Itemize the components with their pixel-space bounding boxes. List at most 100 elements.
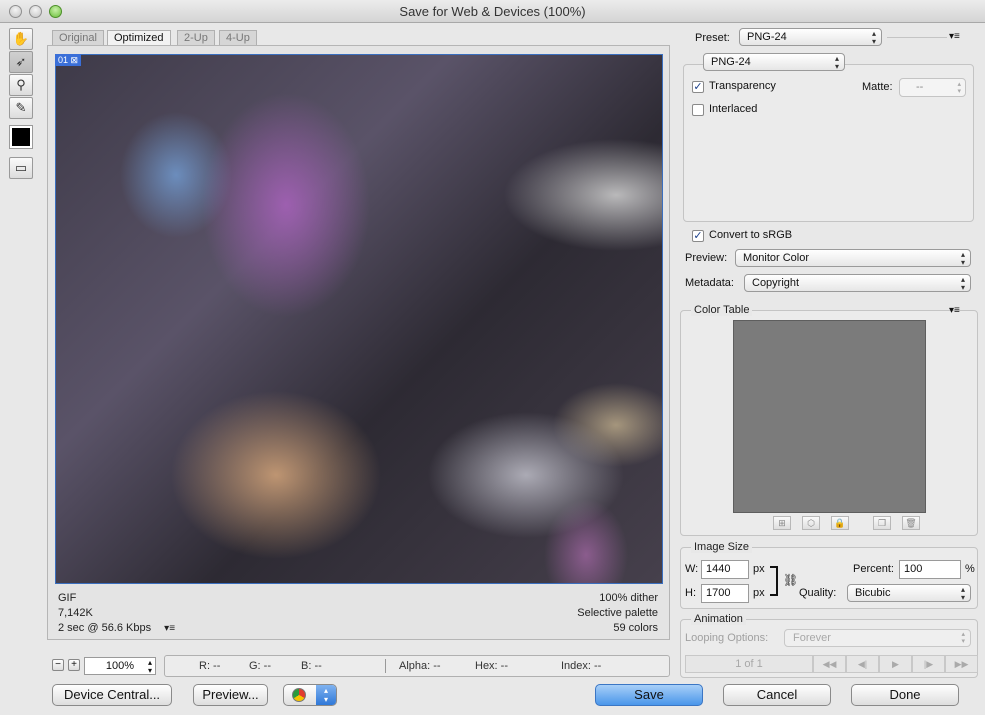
eyedropper-tool-icon[interactable]: ✎ [9, 97, 33, 119]
optimized-image-preview[interactable] [55, 54, 663, 584]
hand-tool-icon[interactable]: ✋ [9, 28, 33, 50]
animation-title: Animation [691, 613, 746, 625]
delete-color-icon[interactable]: 🗑 [902, 516, 920, 530]
quality-select[interactable]: Bicubic ▴ ▾ [847, 584, 971, 602]
width-unit: px [753, 563, 765, 575]
preset-select-arrows-icon: ▴ ▾ [871, 29, 876, 46]
file-format-select[interactable]: PNG-24 ▴ ▾ [703, 53, 845, 71]
first-frame-icon[interactable]: ◀◀ [813, 655, 846, 673]
colors-info: 59 colors [613, 622, 658, 634]
map-to-transparent-icon[interactable]: ⊞ [773, 516, 791, 530]
frame-counter: 1 of 1 [685, 655, 813, 673]
image-info-left: GIF 7,142K 2 sec @ 56.6 Kbps ▾≡ [58, 591, 258, 636]
palette-info: Selective palette [577, 607, 658, 619]
tab-4-up[interactable]: 4-Up [219, 30, 257, 45]
zoom-stepper-icon: ▴ ▾ [147, 658, 152, 675]
image-file-size: 7,142K [58, 607, 93, 619]
quality-value: Bicubic [855, 587, 891, 599]
slice-number: 01 [58, 55, 69, 65]
constrain-bracket [770, 566, 778, 596]
preset-label: Preset: [695, 32, 730, 44]
interlaced-checkbox[interactable] [692, 104, 704, 116]
transparency-checkbox[interactable]: ✓ [692, 81, 704, 93]
window-title: Save for Web & Devices (100%) [399, 4, 586, 19]
slice-select-tool-icon[interactable]: ➶ [9, 51, 33, 73]
save-button[interactable]: Save [595, 684, 703, 706]
tab-2-up[interactable]: 2-Up [177, 30, 215, 45]
browser-icon [292, 688, 306, 702]
image-size-title: Image Size [691, 541, 753, 553]
convert-srgb-label: Convert to sRGB [709, 229, 793, 241]
preview-browser-select[interactable]: ▴ ▾ [283, 684, 337, 706]
constrain-proportions-icon[interactable]: ⛓ [783, 573, 798, 587]
preset-value: PNG-24 [747, 31, 787, 43]
zoom-in-button[interactable]: + [68, 659, 80, 671]
color-readout-bar: R: -- G: -- B: -- Alpha: -- Hex: -- Inde… [164, 655, 670, 677]
preview-button[interactable]: Preview... [193, 684, 268, 706]
tab-original[interactable]: Original [52, 30, 104, 45]
percent-field[interactable]: 100 [899, 560, 961, 579]
browser-select-arrows-icon: ▴ ▾ [316, 685, 336, 705]
web-shift-icon[interactable]: ⬡ [802, 516, 820, 530]
readout-green: G: -- [249, 660, 271, 672]
readout-blue: B: -- [301, 660, 322, 672]
color-table-swatches[interactable] [733, 320, 926, 513]
preview-mode-label: Preview: [685, 252, 728, 264]
previous-frame-icon[interactable]: ◀| [846, 655, 879, 673]
convert-srgb-checkbox[interactable]: ✓ [692, 230, 704, 242]
percent-unit: % [965, 563, 975, 575]
optimize-menu-icon[interactable]: ▾≡ [949, 31, 960, 42]
quality-arrows-icon: ▴ ▾ [960, 585, 965, 602]
matte-arrows-icon: ▴ ▾ [957, 81, 961, 95]
readout-alpha: Alpha: -- [399, 660, 441, 672]
new-color-icon[interactable]: ❐ [873, 516, 891, 530]
zoom-out-button[interactable]: − [52, 659, 64, 671]
title-bar: Save for Web & Devices (100%) [0, 0, 985, 23]
done-button[interactable]: Done [851, 684, 959, 706]
lock-color-icon[interactable]: 🔒 [831, 516, 849, 530]
tab-optimized[interactable]: Optimized [107, 30, 171, 45]
percent-label: Percent: [853, 563, 894, 575]
looping-options-select[interactable]: Forever ▴ ▾ [784, 629, 971, 647]
metadata-select[interactable]: Copyright ▴ ▾ [744, 274, 971, 292]
preset-select[interactable]: PNG-24 ▴ ▾ [739, 28, 882, 46]
last-frame-icon[interactable]: ▶▶ [945, 655, 978, 673]
height-field[interactable]: 1700 [701, 584, 749, 603]
download-time-menu-icon[interactable]: ▾≡ [164, 623, 175, 634]
height-unit: px [753, 587, 765, 599]
device-central-button[interactable]: Device Central... [52, 684, 172, 706]
looping-options-label: Looping Options: [685, 632, 769, 644]
zoom-level-select[interactable]: 100% ▴ ▾ [84, 657, 156, 675]
color-table-title: Color Table [691, 304, 753, 316]
play-icon[interactable]: ▶ [879, 655, 912, 673]
zoom-window-button[interactable] [49, 5, 62, 18]
next-frame-icon[interactable]: |▶ [912, 655, 945, 673]
preview-mode-select[interactable]: Monitor Color ▴ ▾ [735, 249, 971, 267]
readout-red: R: -- [199, 660, 221, 672]
toggle-slices-icon[interactable]: ▭ [9, 157, 33, 179]
eyedropper-color-swatch[interactable] [9, 125, 33, 149]
width-label: W: [685, 563, 699, 575]
tool-column: ✋ ➶ ⚲ ✎ ▭ [5, 25, 43, 185]
quality-label: Quality: [799, 587, 837, 599]
preset-divider [887, 37, 947, 38]
image-info-right: 100% dither Selective palette 59 colors [460, 591, 658, 636]
cancel-button[interactable]: Cancel [723, 684, 831, 706]
close-window-button[interactable] [9, 5, 22, 18]
color-table-menu-icon[interactable]: ▾≡ [949, 305, 960, 316]
metadata-arrows-icon: ▴ ▾ [960, 275, 965, 292]
minimize-window-button[interactable] [29, 5, 42, 18]
zoom-tool-icon[interactable]: ⚲ [9, 74, 33, 96]
transparency-label: Transparency [709, 80, 776, 92]
matte-select[interactable]: -- ▴ ▾ [899, 78, 966, 97]
matte-value: -- [916, 81, 924, 93]
frame-counter-text: 1 of 1 [735, 658, 763, 670]
interlaced-label: Interlaced [709, 103, 758, 115]
readout-divider [385, 659, 386, 673]
width-field[interactable]: 1440 [701, 560, 749, 579]
preview-mode-value: Monitor Color [743, 252, 810, 264]
slice-number-badge: 01 ⊠ [55, 54, 82, 66]
dither-info: 100% dither [599, 592, 658, 604]
preview-mode-arrows-icon: ▴ ▾ [960, 250, 965, 267]
matte-label: Matte: [862, 81, 893, 93]
